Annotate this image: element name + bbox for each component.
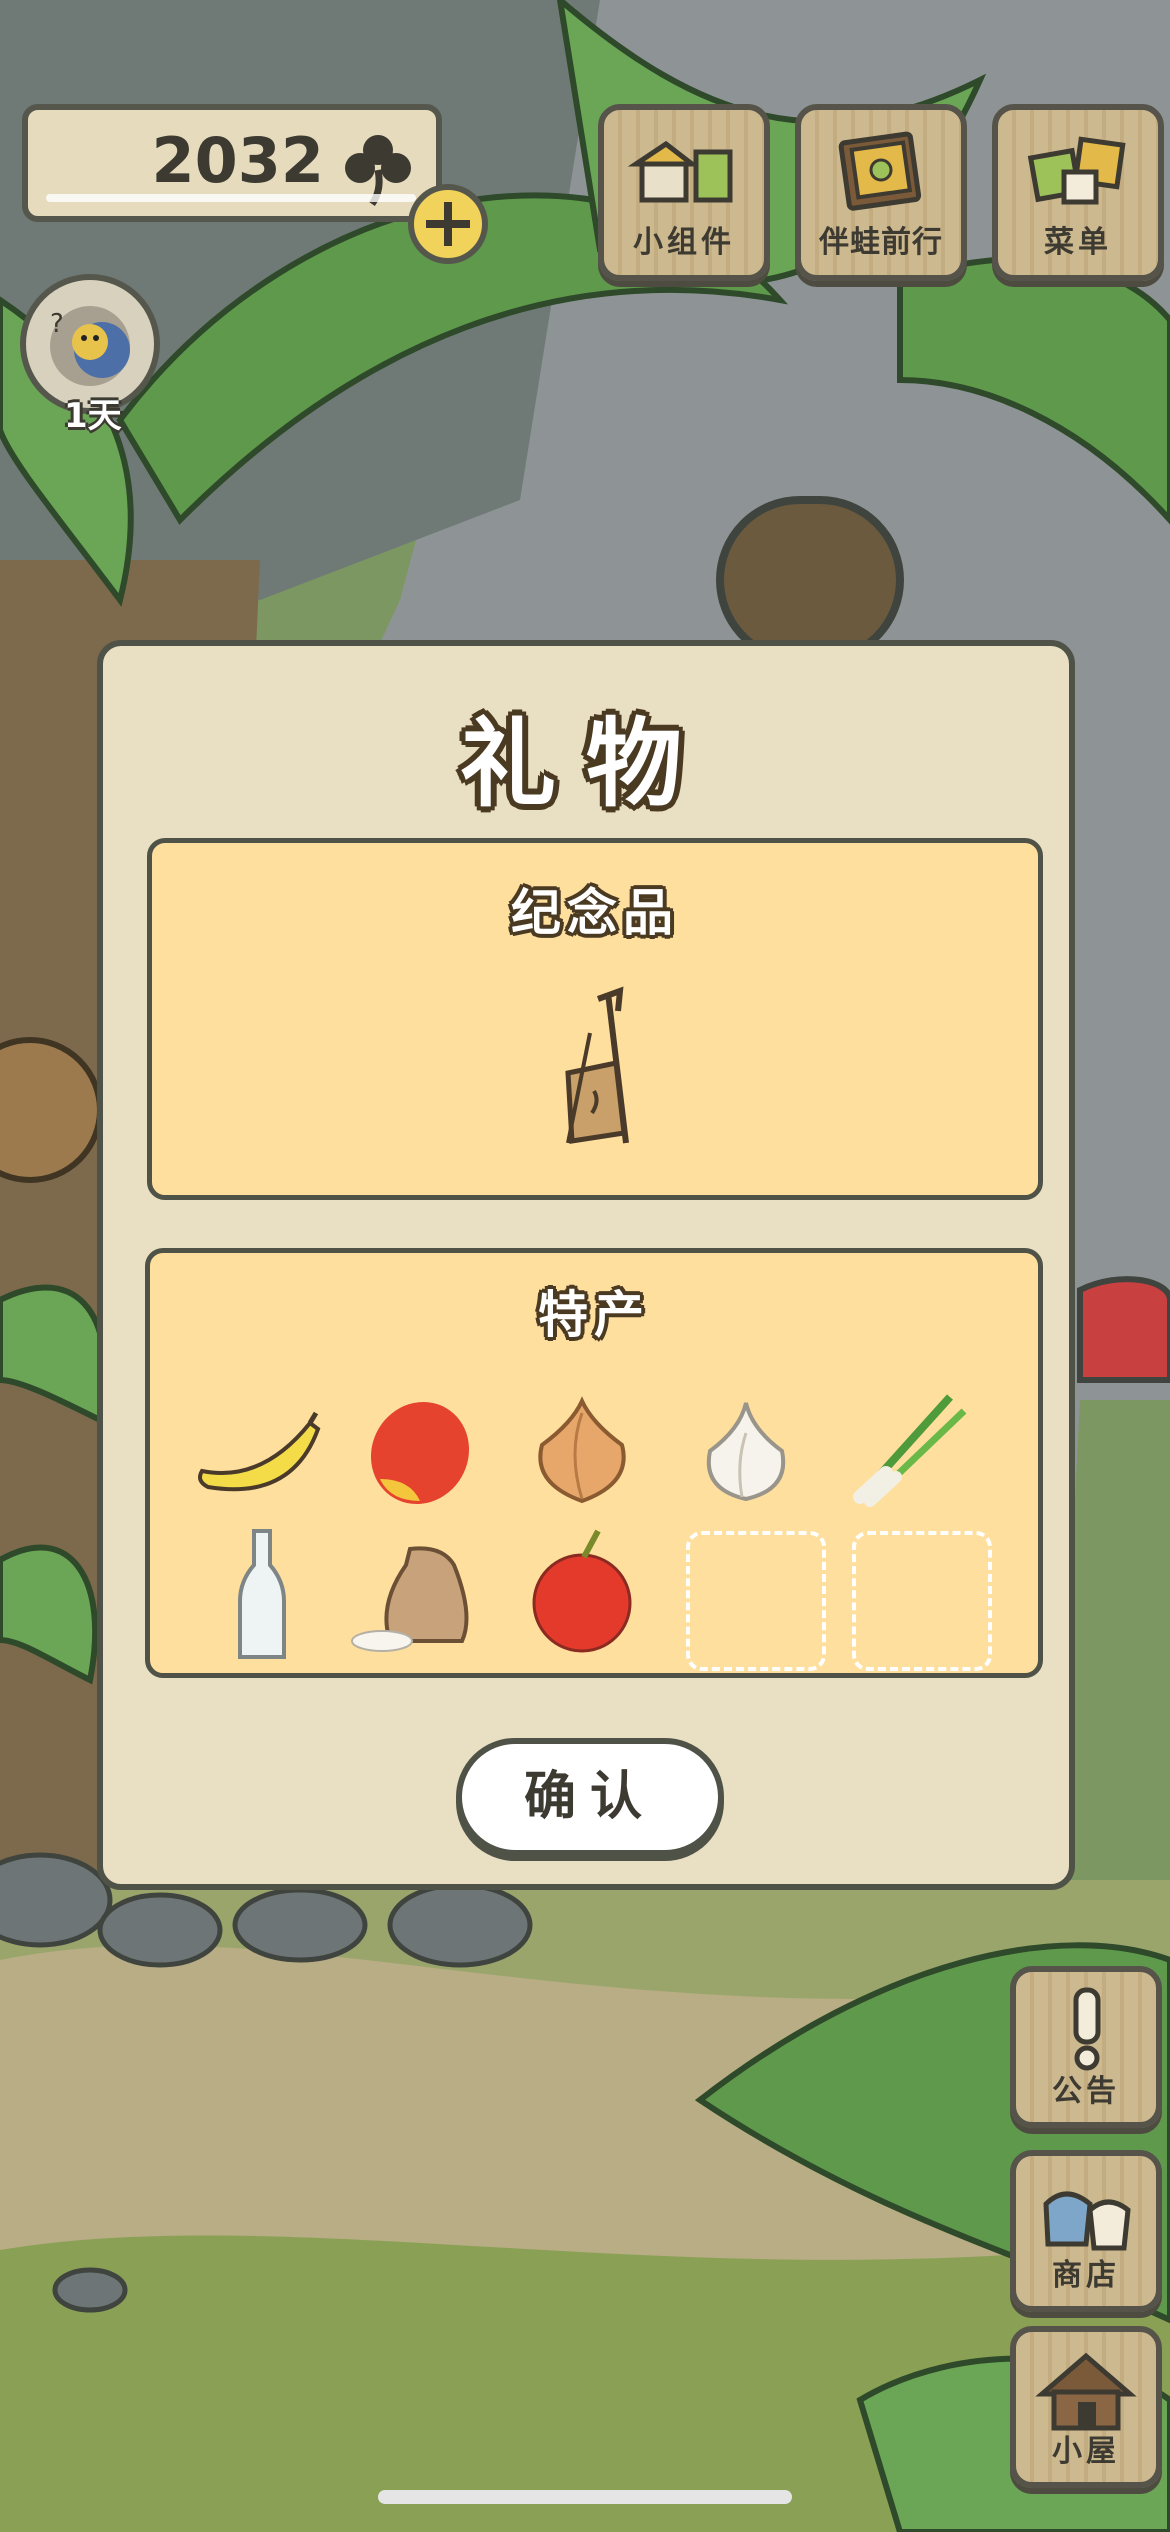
bottle-icon[interactable] <box>192 1525 332 1665</box>
frog-journey-label: 伴蛙前行 <box>819 225 943 260</box>
empty-slot <box>852 1531 992 1671</box>
rice-sack-icon[interactable] <box>350 1525 490 1665</box>
specialty-panel: 特产 <box>145 1248 1043 1678</box>
onion-icon[interactable] <box>512 1383 652 1523</box>
plus-icon <box>426 202 470 246</box>
confirm-button[interactable]: 确认 <box>456 1738 724 1856</box>
exclamation-icon <box>1073 1987 1101 2071</box>
widgets-button[interactable]: 小组件 <box>598 104 770 281</box>
menu-cards-icon <box>1027 136 1126 205</box>
announcement-button[interactable]: 公告 <box>1010 1966 1162 2128</box>
frog-journey-button[interactable]: 伴蛙前行 <box>795 104 967 281</box>
clover-counter: 2032 <box>22 104 442 222</box>
add-clover-button[interactable] <box>408 184 488 264</box>
dialog-title: 礼物 <box>460 708 712 820</box>
svg-text:?: ? <box>50 309 64 339</box>
banana-icon[interactable] <box>192 1383 332 1523</box>
shop-bags-icon <box>1043 2191 1131 2251</box>
clover-count: 2032 <box>151 124 324 197</box>
green-onion-icon[interactable] <box>840 1377 980 1517</box>
specialty-title: 特产 <box>538 1286 650 1344</box>
apple-icon[interactable] <box>512 1525 652 1665</box>
house-label: 小屋 <box>1052 2434 1120 2469</box>
frog-album-icon <box>838 131 922 211</box>
widgets-label: 小组件 <box>633 225 735 260</box>
souvenir-panel: 纪念品 <box>147 838 1043 1200</box>
shop-label: 商店 <box>1052 2258 1120 2293</box>
house-button[interactable]: 小屋 <box>1010 2326 1162 2488</box>
widget-icon <box>627 140 733 203</box>
empty-slot <box>686 1531 826 1671</box>
day-counter: 1天 <box>64 396 122 436</box>
shop-button[interactable]: 商店 <box>1010 2150 1162 2312</box>
gift-dialog: 礼物 纪念品 特产 确认 <box>97 640 1075 1890</box>
garlic-icon[interactable] <box>676 1383 816 1523</box>
announcement-label: 公告 <box>1052 2074 1120 2109</box>
house-icon <box>1035 2352 1137 2431</box>
counter-shine <box>46 194 416 202</box>
souvenir-title: 纪念品 <box>511 884 679 942</box>
morin-khuur-instrument-icon[interactable] <box>538 983 658 1153</box>
home-indicator <box>378 2490 792 2504</box>
mango-icon[interactable] <box>350 1383 490 1523</box>
menu-button[interactable]: 菜单 <box>992 104 1164 281</box>
menu-label: 菜单 <box>1044 225 1112 260</box>
